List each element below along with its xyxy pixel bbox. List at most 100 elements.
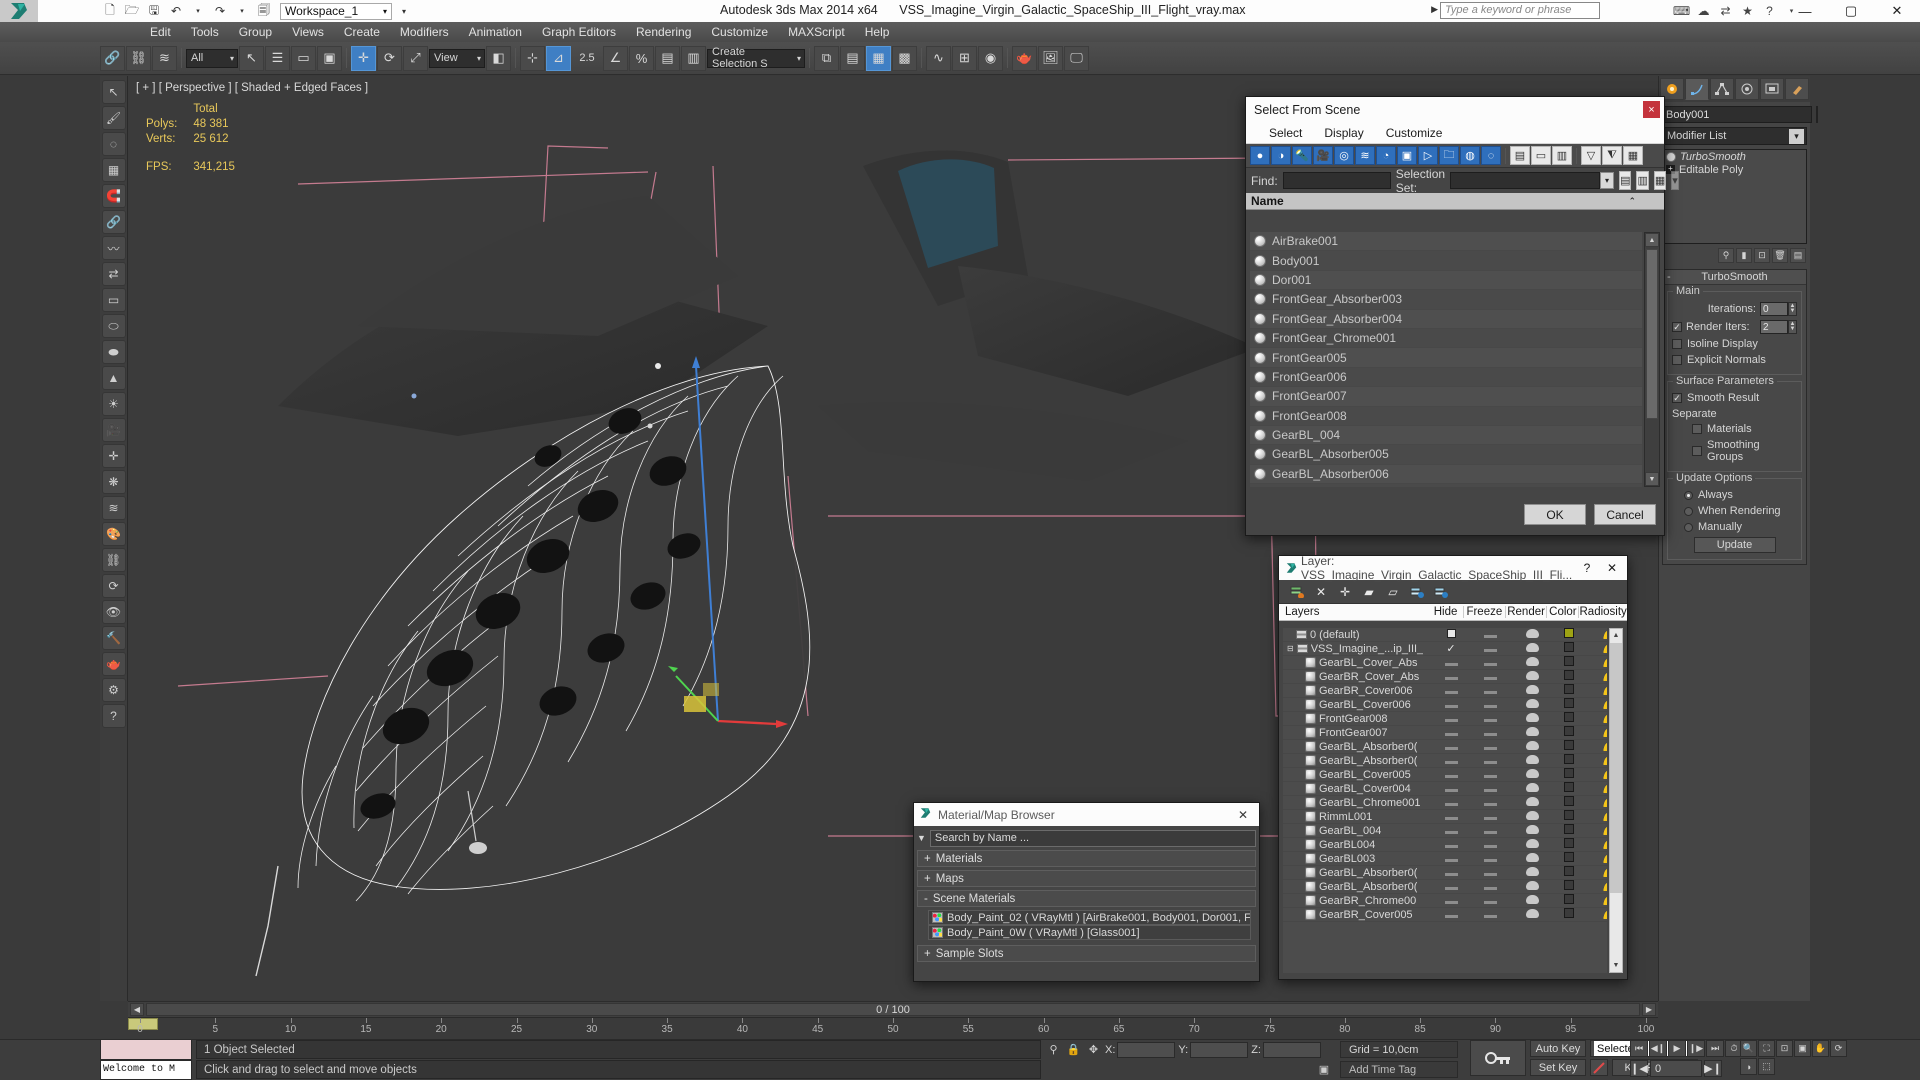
layer-color-cell[interactable] [1553,754,1585,767]
lasso-select-icon[interactable]: ◌ [101,132,126,156]
layer-hide-cell[interactable] [1433,769,1469,781]
scrollbar-thumb[interactable] [1610,643,1622,893]
layer-color-cell[interactable] [1553,740,1585,753]
sphere-primitive-icon[interactable]: ⬭ [101,314,126,338]
layer-name-cell[interactable]: GearBL_Absorber0( [1283,881,1433,893]
layer-render-cell[interactable] [1511,698,1553,711]
layer-render-cell[interactable] [1511,894,1553,907]
select-and-scale-icon[interactable]: ⤢ [403,45,428,71]
search-expand-icon[interactable]: ▶ [1431,4,1438,15]
display-shapes-icon[interactable]: ◑ [1271,146,1291,165]
search-input[interactable]: Type a keyword or phrase [1440,2,1600,19]
add-selection-to-layer-icon[interactable] [1409,584,1425,600]
layer-row[interactable]: GearBL_004 [1283,823,1607,838]
absolute-relative-mode-icon[interactable]: ✥ [1085,1041,1102,1058]
menu-item-animation[interactable]: Animation [459,23,532,41]
edit-selection-set-icon[interactable]: ▦ [1653,171,1667,190]
layer-name-cell[interactable]: GearBL_Cover005 [1283,769,1433,781]
selection-filter-dropdown[interactable]: All [186,48,238,68]
layer-freeze-cell[interactable] [1469,741,1511,753]
set-key-filters-color-icon[interactable] [1590,1059,1608,1076]
column-settings-icon[interactable]: ▦ [1623,146,1643,165]
layer-render-cell[interactable] [1511,684,1553,697]
material-search-input[interactable]: Search by Name ... [929,829,1256,847]
layer-name-cell[interactable]: GearBL_Cover_Abs [1283,657,1433,669]
display-icon[interactable]: 👁 [101,600,126,624]
display-geometry-icon[interactable]: ● [1250,146,1270,165]
scene-object-row[interactable]: GearBL_Absorber005 [1250,445,1642,465]
light-icon[interactable]: ☀ [101,392,126,416]
layer-row[interactable]: GearBL_Cover_Abs [1283,655,1607,670]
layer-color-cell[interactable] [1553,894,1585,907]
layer-hide-cell[interactable] [1433,741,1469,753]
curve-editor-icon[interactable]: ∿ [926,45,951,71]
layer-row[interactable]: GearBL003 [1283,851,1607,866]
layer-radiosity-cell[interactable] [1585,683,1607,698]
layer-render-cell[interactable] [1511,656,1553,669]
layer-freeze-cell[interactable] [1469,629,1511,641]
layer-name-cell[interactable]: 0 (default) [1283,629,1433,641]
track-bar[interactable]: ◀ 0 / 100 ▶ [128,1001,1658,1017]
scene-object-row[interactable]: GearBL_Absorber007 [1250,484,1642,487]
menu-item-customize[interactable]: Customize [701,23,778,41]
scene-object-row[interactable]: FrontGear007 [1250,387,1642,407]
close-icon[interactable]: ✕ [1599,561,1625,575]
manage-selection-icon[interactable]: ▥ [681,45,706,71]
select-from-scene-list[interactable]: AirBrake001 Body001 Dor001 FrontGear_Absorb… [1250,232,1642,487]
preferences-icon[interactable]: ⚙ [101,678,126,702]
layer-freeze-cell[interactable] [1469,909,1511,921]
scene-object-row[interactable]: GearBL_Absorber006 [1250,464,1642,485]
render-iters-input[interactable] [1760,320,1788,334]
layer-name-cell[interactable]: FrontGear008 [1283,713,1433,725]
timeline-ruler[interactable]: 0 5 10 15 20 25 30 35 40 45 50 55 60 65 70 75 80 85 90 95 10… [128,1017,1658,1039]
current-frame-stepper-left-icon[interactable]: ❙◀ [1630,1060,1648,1077]
grid-icon[interactable]: ▦ [101,158,126,182]
display-lights-icon[interactable]: 🔦 [1292,146,1312,165]
new-file-icon[interactable]: 🗋 [100,2,120,20]
layer-hide-cell[interactable] [1433,825,1469,837]
toggle-trackbar-icon[interactable]: ▣ [1315,1061,1333,1078]
layer-radiosity-cell[interactable] [1585,795,1607,810]
layer-radiosity-cell[interactable] [1585,865,1607,880]
menu-item-rendering[interactable]: Rendering [626,23,701,41]
named-selection-set-dropdown[interactable]: Create Selection S [707,46,805,70]
expand-icon[interactable]: + [924,873,931,885]
layer-render-cell[interactable] [1511,838,1553,851]
orbit-icon[interactable]: ⟳ [1830,1040,1847,1057]
layer-row[interactable]: 0 (default) [1283,628,1607,642]
update-mode-when-rendering-row[interactable]: When Rendering [1672,505,1797,517]
layer-row[interactable]: GearBR_Cover_Abs [1283,669,1607,684]
app-logo-icon[interactable] [0,0,38,22]
display-space-warps-icon[interactable]: ≋ [1355,146,1375,165]
cancel-button[interactable]: Cancel [1594,504,1656,525]
workspace-selector[interactable]: Workspace_1 ▾ [280,2,392,20]
separate-smoothing-groups-row[interactable]: Smoothing Groups [1672,439,1797,463]
favorites-star-icon[interactable]: ★ [1739,2,1756,19]
layer-freeze-cell[interactable] [1469,755,1511,767]
layer-name-cell[interactable]: GearBL_Absorber0( [1283,867,1433,879]
track-scroll-right-icon[interactable]: ▶ [1642,1003,1656,1016]
layer-hide-cell[interactable] [1433,811,1469,823]
layer-hide-cell[interactable] [1433,909,1469,921]
menu-item-views[interactable]: Views [282,23,334,41]
group-materials[interactable]: + Materials [917,850,1256,867]
layer-row[interactable]: FrontGear007 [1283,725,1607,740]
layer-name-cell[interactable]: GearBR_Chrome00 [1283,895,1433,907]
zoom-region-icon[interactable]: ▣ [1794,1040,1811,1057]
layer-freeze-cell[interactable] [1469,895,1511,907]
layer-render-cell[interactable] [1511,852,1553,865]
modifier-stack[interactable]: TurboSmooth + Editable Poly [1662,149,1807,244]
menu-item-display[interactable]: Display [1313,124,1374,142]
group-scene-materials[interactable]: - Scene Materials [917,890,1256,907]
layer-hide-cell[interactable] [1433,628,1469,641]
layer-radiosity-cell[interactable] [1585,641,1607,656]
scroll-down-icon[interactable]: ▼ [1610,959,1622,972]
menu-item-customize[interactable]: Customize [1375,124,1454,142]
display-helpers-icon[interactable]: ◎ [1334,146,1354,165]
z-coordinate-field[interactable]: Z: [1251,1041,1321,1058]
layer-color-cell[interactable] [1553,810,1585,823]
layer-color-cell[interactable] [1553,838,1585,851]
material-icon[interactable]: 🎨 [101,522,126,546]
separate-materials-checkbox[interactable] [1692,424,1702,434]
select-by-name-icon[interactable]: ☰ [265,45,290,71]
